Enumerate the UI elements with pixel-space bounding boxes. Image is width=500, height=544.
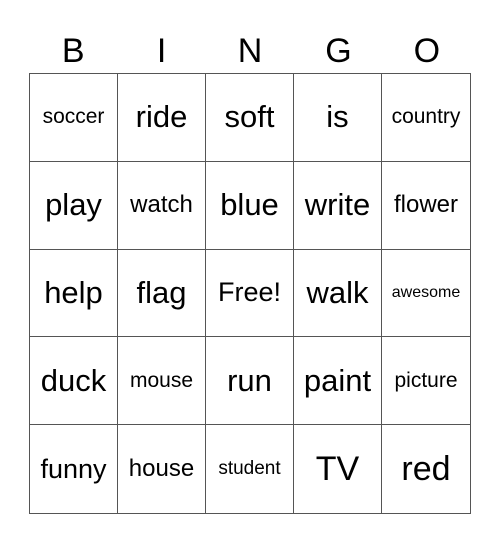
free-space-cell[interactable]: Free! (206, 249, 294, 338)
bingo-cell[interactable]: mouse (118, 337, 206, 426)
bingo-cell[interactable]: picture (382, 337, 470, 426)
bingo-cell[interactable]: soccer (30, 74, 118, 162)
header-letter-g: G (325, 32, 352, 70)
header-letter-o: O (413, 32, 441, 70)
bingo-cell[interactable]: paint (294, 337, 382, 426)
bingo-cell[interactable]: watch (118, 161, 206, 250)
header-letter-b: B (61, 32, 85, 70)
bingo-cell[interactable]: student (206, 425, 294, 513)
bingo-cell[interactable]: duck (30, 337, 118, 426)
bingo-grid: soccer ride soft is country play watch blue writ… (29, 73, 471, 514)
header-letter-n: N (237, 32, 263, 70)
bingo-cell[interactable]: house (118, 425, 206, 513)
bingo-cell[interactable]: awesome (382, 250, 470, 338)
bingo-cell[interactable]: help (30, 249, 118, 338)
bingo-cell[interactable]: is (294, 74, 382, 162)
bingo-header: B I N G O (29, 30, 471, 72)
bingo-cell[interactable]: blue (206, 161, 294, 250)
bingo-cell[interactable]: red (382, 425, 470, 513)
bingo-cell[interactable]: funny (30, 425, 118, 513)
bingo-cell[interactable]: write (294, 161, 382, 250)
bingo-cell[interactable]: TV (294, 425, 382, 513)
bingo-cell[interactable]: flower (382, 162, 470, 250)
bingo-cell[interactable]: play (30, 161, 118, 250)
bingo-cell[interactable]: flag (118, 249, 206, 338)
bingo-cell[interactable]: soft (206, 74, 294, 162)
bingo-cell[interactable]: ride (118, 74, 206, 162)
header-letter-i: I (156, 32, 167, 70)
bingo-cell[interactable]: run (206, 337, 294, 426)
bingo-cell[interactable]: country (382, 74, 470, 162)
bingo-cell[interactable]: walk (294, 249, 382, 338)
